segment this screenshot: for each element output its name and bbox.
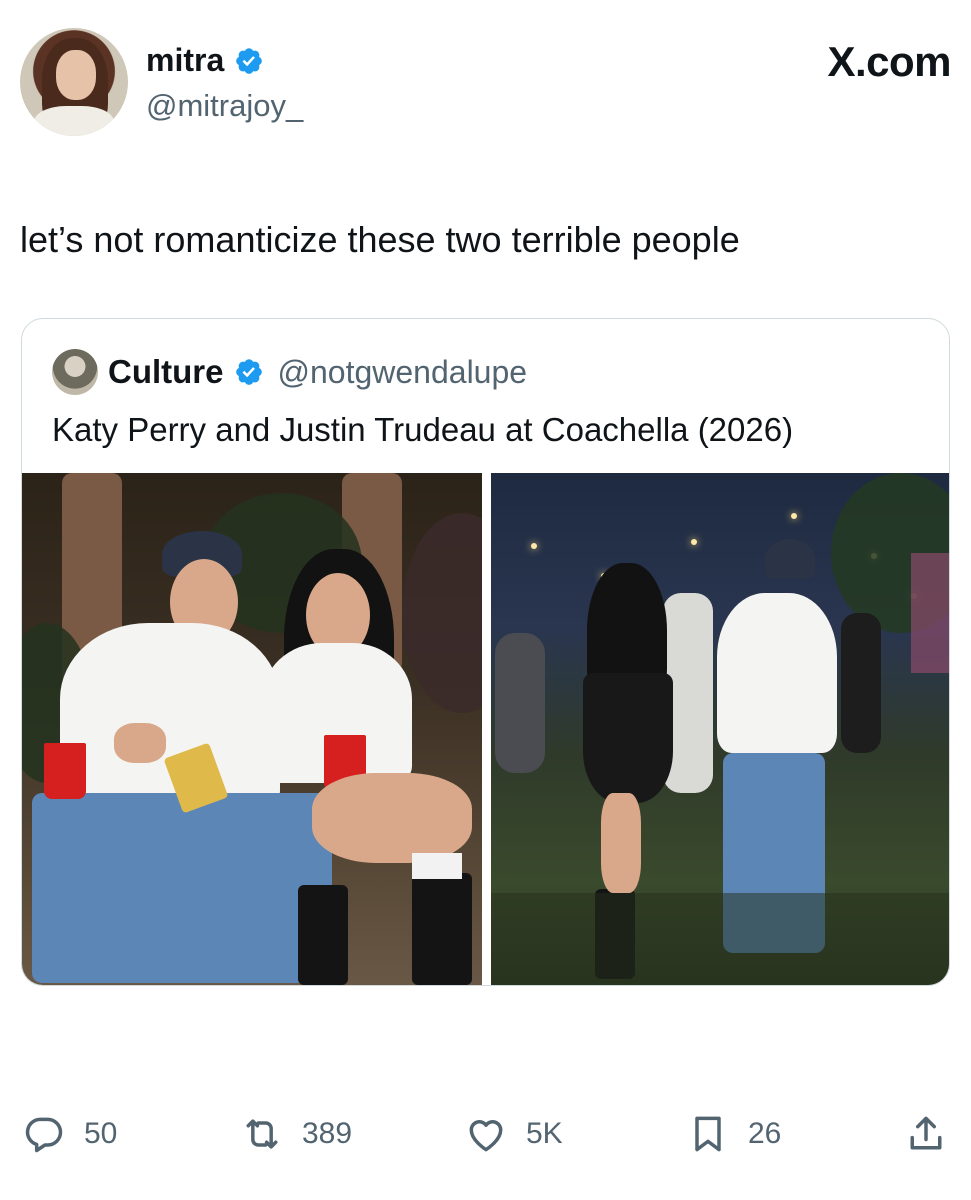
bookmark-button[interactable]: 26: [686, 1112, 781, 1156]
tweet-actions: 50 389 5K 26: [0, 1112, 971, 1168]
red-cup: [44, 743, 86, 799]
quoted-text: Katy Perry and Justin Trudeau at Coachel…: [52, 411, 794, 448]
photo-left[interactable]: [22, 473, 482, 985]
repost-count: 389: [302, 1117, 353, 1150]
verified-badge-icon: [235, 359, 262, 385]
share-button[interactable]: [904, 1112, 948, 1156]
like-count: 5K: [526, 1117, 563, 1150]
author-avatar[interactable]: [20, 28, 128, 136]
quoted-name[interactable]: Culture: [108, 353, 224, 391]
quoted-media: [22, 473, 949, 985]
reply-count: 50: [84, 1117, 118, 1150]
bookmark-icon: [695, 1116, 721, 1152]
brand-logo: X.com: [827, 38, 951, 85]
repost-button[interactable]: 389: [240, 1112, 352, 1156]
author-handle[interactable]: @mitrajoy_: [146, 88, 303, 124]
author-name-row: mitra: [146, 42, 264, 79]
quoted-header: Culture @notgwendalupe: [52, 349, 527, 395]
share-icon: [910, 1116, 942, 1150]
author-name[interactable]: mitra: [146, 42, 224, 79]
like-button[interactable]: 5K: [464, 1112, 563, 1156]
avatar-shirt: [34, 106, 114, 136]
quoted-tweet[interactable]: Culture @notgwendalupe Katy Perry and Ju…: [21, 318, 950, 986]
bookmark-count: 26: [748, 1117, 782, 1150]
quoted-handle[interactable]: @notgwendalupe: [278, 354, 528, 391]
avatar-face: [56, 50, 96, 100]
tweet-text: let’s not romanticize these two terrible…: [20, 219, 740, 260]
tweet-header: mitra @mitrajoy_ X.com: [20, 28, 951, 138]
repost-icon: [246, 1119, 278, 1149]
reply-button[interactable]: 50: [22, 1112, 117, 1156]
verified-badge-icon: [236, 47, 263, 74]
like-icon: [469, 1120, 503, 1152]
reply-icon: [25, 1117, 63, 1153]
photo-right[interactable]: [491, 473, 949, 985]
quoted-avatar[interactable]: [52, 349, 98, 395]
